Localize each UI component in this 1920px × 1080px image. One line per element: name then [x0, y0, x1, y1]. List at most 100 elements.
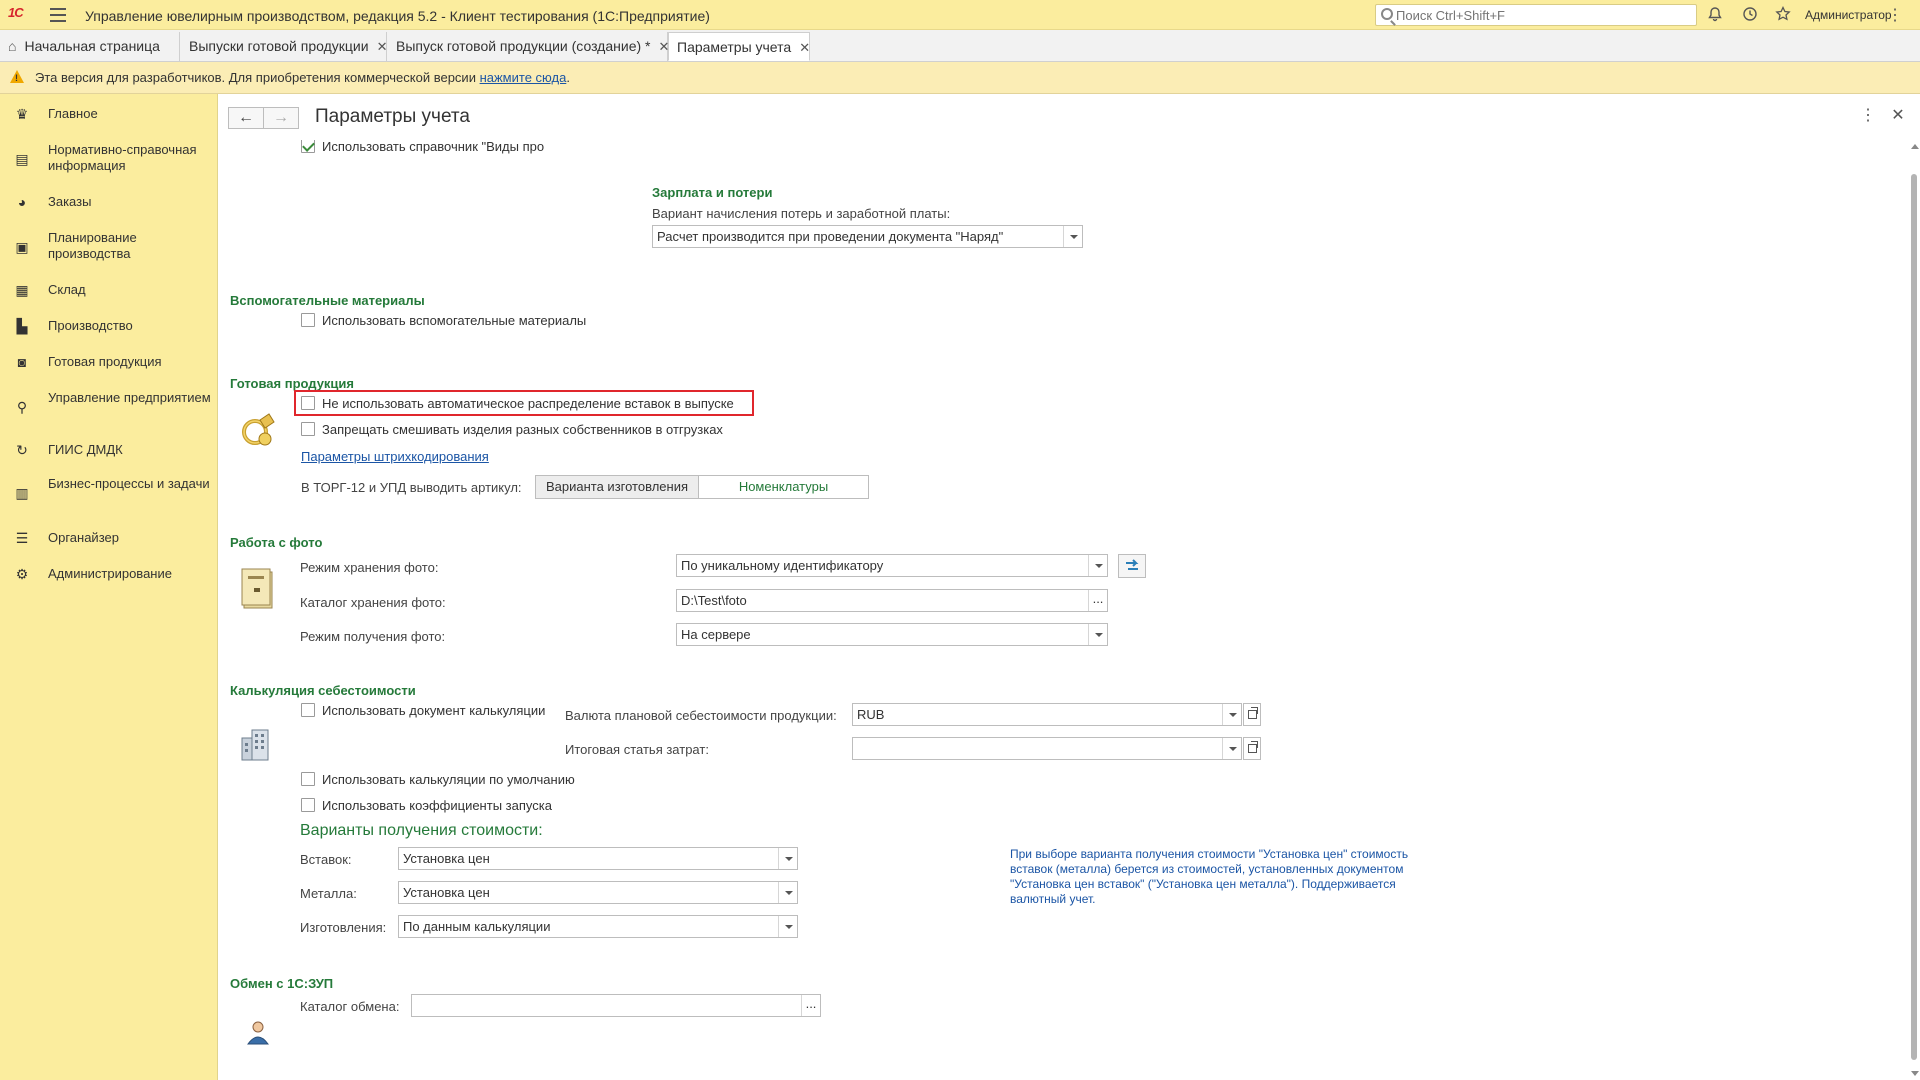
use-coef-checkbox[interactable] — [301, 798, 315, 812]
tabs-bar: ⌂ Начальная страница Выпуски готовой прод… — [0, 30, 1920, 62]
main-menu-icon[interactable] — [50, 8, 66, 22]
exchange-catalog-field[interactable]: ... — [411, 994, 821, 1017]
salary-section-title: Зарплата и потери — [652, 185, 773, 200]
photo-section-title: Работа с фото — [230, 535, 323, 550]
sidebar-item-nsi[interactable]: ▤ Нормативно-справочная информация — [0, 142, 217, 176]
chevron-down-icon[interactable] — [1088, 624, 1107, 645]
sidebar-item-admin[interactable]: ⚙ Администрирование — [0, 564, 217, 584]
photo-catalog-label: Каталог хранения фото: — [300, 595, 446, 610]
salary-variant-select[interactable]: Расчет производится при проведении докум… — [652, 225, 1083, 248]
article-label: В ТОРГ-12 и УПД выводить артикул: — [301, 480, 522, 495]
use-types-checkbox[interactable] — [301, 140, 315, 153]
exchange-catalog-label: Каталог обмена: — [300, 999, 400, 1014]
cost-variants-title: Варианты получения стоимости: — [300, 822, 543, 839]
chevron-down-icon[interactable] — [1222, 738, 1241, 759]
cost-article-open-icon[interactable] — [1243, 737, 1261, 760]
sidebar-item-warehouse[interactable]: ▦ Склад — [0, 280, 217, 300]
window-title: Управление ювелирным производством, реда… — [85, 8, 710, 24]
search-box[interactable] — [1375, 4, 1697, 26]
chevron-down-icon[interactable] — [1222, 704, 1241, 725]
clipboard-icon: ▣ — [15, 239, 29, 255]
tab-release-create[interactable]: Выпуск готовой продукции (создание) * ✕ — [388, 32, 669, 61]
no-mix-owners-checkbox[interactable] — [301, 422, 315, 436]
photo-storage-select[interactable]: По уникальному идентификатору — [676, 554, 1108, 577]
chevron-down-icon[interactable] — [1088, 555, 1107, 576]
inserts-label: Вставок: — [300, 852, 352, 867]
sidebar-item-enterprise[interactable]: ⚲ Управление предприятием — [0, 390, 217, 424]
vertical-scrollbar[interactable] — [1908, 140, 1920, 1080]
chevron-down-icon[interactable] — [778, 882, 797, 903]
article-variant-option[interactable]: Варианта изготовления — [535, 475, 699, 499]
no-auto-distribution-label: Не использовать автоматическое распредел… — [322, 396, 734, 411]
sidebar-item-bp[interactable]: ▥ Бизнес-процессы и задачи — [0, 476, 217, 510]
org-icon: ⚲ — [16, 399, 28, 415]
form-close-icon[interactable]: ✕ — [1888, 105, 1908, 127]
user-exchange-icon — [244, 1018, 272, 1049]
use-default-calc-checkbox[interactable] — [301, 772, 315, 786]
book-icon: ▤ — [15, 151, 29, 167]
sidebar-item-main[interactable]: ♛ Главное — [0, 104, 217, 124]
scroll-down-icon[interactable] — [1911, 1071, 1919, 1076]
bell-icon[interactable] — [1706, 6, 1724, 24]
factory-icon: ▙ — [16, 318, 28, 334]
sidebar-item-production[interactable]: ▙ Производство — [0, 316, 217, 336]
browse-icon[interactable]: ... — [801, 995, 820, 1016]
aux-checkbox[interactable] — [301, 313, 315, 327]
use-calc-doc-checkbox[interactable] — [301, 703, 315, 717]
buildings-icon — [240, 726, 274, 765]
browse-icon[interactable]: ... — [1088, 590, 1107, 611]
star-icon[interactable] — [1774, 5, 1792, 24]
finished-section-title: Готовая продукция — [230, 376, 355, 391]
purchase-link[interactable]: нажмите сюда — [480, 70, 567, 85]
make-label: Изготовления: — [300, 920, 387, 935]
close-icon[interactable]: ✕ — [799, 40, 810, 55]
warning-icon: ! — [10, 70, 24, 83]
inserts-select[interactable]: Установка цен — [398, 847, 798, 870]
tab-home[interactable]: ⌂ Начальная страница — [0, 32, 180, 61]
photo-receive-select[interactable]: На сервере — [676, 623, 1108, 646]
no-auto-distribution-checkbox[interactable] — [301, 396, 315, 410]
photo-convert-button[interactable] — [1118, 554, 1146, 578]
back-button[interactable]: ← — [228, 107, 264, 129]
sidebar-item-giis[interactable]: ↻ ГИИС ДМДК — [0, 440, 217, 460]
currency-open-icon[interactable] — [1243, 703, 1261, 726]
search-input[interactable] — [1396, 7, 1686, 23]
chevron-down-icon[interactable] — [778, 916, 797, 937]
more-vertical-icon[interactable]: ⋮ — [1887, 5, 1903, 25]
metal-select[interactable]: Установка цен — [398, 881, 798, 904]
developer-warning-bar: ! Эта версия для разработчиков. Для прио… — [0, 62, 1920, 94]
scroll-thumb[interactable] — [1911, 174, 1917, 1060]
photo-catalog-field[interactable]: D:\Test\foto ... — [676, 589, 1108, 612]
form-more-icon[interactable]: ⋮ — [1858, 105, 1878, 127]
tab-accounting-params[interactable]: Параметры учета ✕ — [668, 32, 810, 61]
cost-article-select[interactable] — [852, 737, 1242, 760]
sidebar: ♛ Главное ▤ Нормативно-справочная информ… — [0, 94, 218, 1080]
search-icon — [1381, 8, 1393, 20]
chevron-down-icon[interactable] — [778, 848, 797, 869]
app-logo: 1С — [8, 5, 24, 20]
article-nomenclature-option[interactable]: Номенклатуры — [698, 475, 869, 499]
use-default-calc-label: Использовать калькуляции по умолчанию — [322, 772, 575, 787]
forward-button[interactable]: → — [263, 107, 299, 129]
cost-hint-text: При выборе варианта получения стоимости … — [1010, 847, 1409, 906]
barcode-params-link[interactable]: Параметры штрихкодирования — [301, 449, 489, 464]
chevron-down-icon[interactable] — [1063, 226, 1082, 247]
close-icon[interactable]: ✕ — [377, 39, 388, 54]
warning-text: Эта версия для разработчиков. Для приобр… — [35, 70, 480, 85]
scroll-up-icon[interactable] — [1911, 144, 1919, 149]
tab-releases[interactable]: Выпуски готовой продукции ✕ — [181, 32, 387, 61]
sidebar-item-planning[interactable]: ▣ Планирование производства — [0, 230, 217, 264]
refresh-icon: ↻ — [16, 442, 28, 458]
user-name[interactable]: Администратор — [1805, 8, 1892, 22]
history-icon[interactable] — [1741, 6, 1759, 24]
aux-section-title: Вспомогательные материалы — [230, 293, 425, 308]
aux-checkbox-label: Использовать вспомогательные материалы — [322, 313, 587, 328]
currency-select[interactable]: RUB — [852, 703, 1242, 726]
make-select[interactable]: По данным калькуляции — [398, 915, 798, 938]
convert-icon — [1126, 559, 1139, 570]
sidebar-item-organizer[interactable]: ☰ Органайзер — [0, 528, 217, 548]
form-header: ← → Параметры учета ⋮ ✕ — [218, 94, 1920, 140]
gear-icon: ⚙ — [15, 566, 29, 582]
sidebar-item-orders[interactable]: ◕ Заказы — [0, 192, 217, 212]
sidebar-item-finished-goods[interactable]: ◙ Готовая продукция — [0, 352, 217, 372]
